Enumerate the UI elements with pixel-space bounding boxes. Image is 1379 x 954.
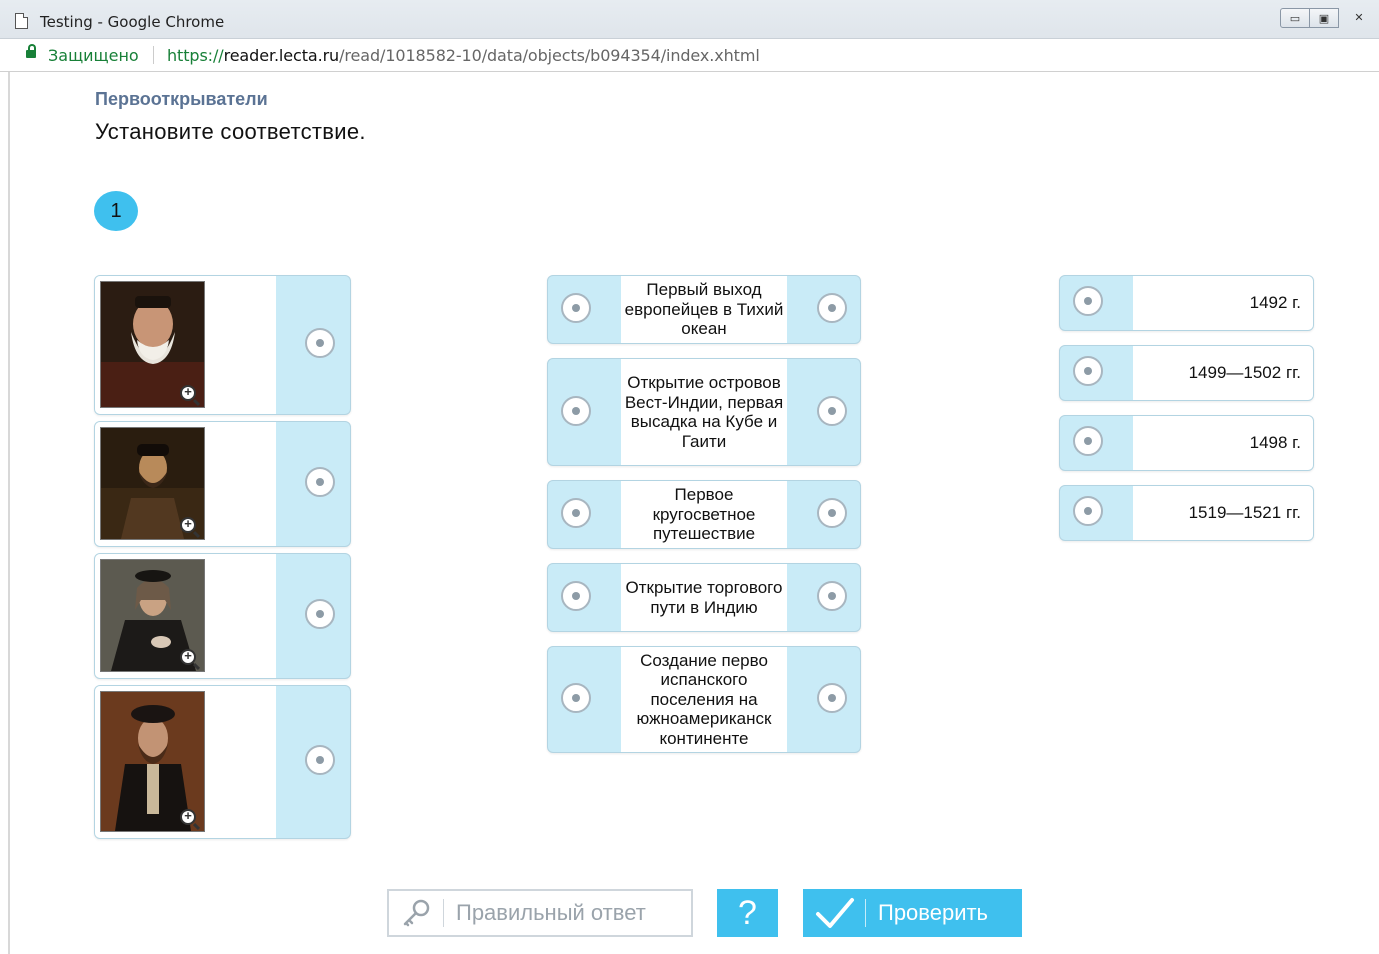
year-text-3: 1498 г. [1249,433,1301,452]
event-1-left-connector[interactable] [561,293,591,323]
portrait-card-1[interactable] [94,275,351,415]
portrait-2-connector[interactable] [305,467,335,497]
button-separator [443,899,444,927]
portrait-image-2[interactable] [100,427,205,540]
year-card-4[interactable]: 1519—1521 гг. [1059,485,1314,541]
portrait-card-4[interactable] [94,685,351,839]
portrait-image-1[interactable] [100,281,205,408]
year-card-1[interactable]: 1492 г. [1059,275,1314,331]
event-text-2: Открытие островов Вест-Индии, первая выс… [624,373,784,451]
portrait-image-3[interactable] [100,559,205,672]
show-answer-button[interactable]: Правильный ответ [387,889,693,937]
help-button[interactable]: ? [717,889,778,937]
year-3-connector[interactable] [1073,426,1103,456]
check-label: Проверить [878,900,989,925]
window-left-border [8,72,10,954]
zoom-in-icon[interactable] [180,648,196,665]
window-title: Testing - Google Chrome [40,13,225,31]
portrait-3-connector[interactable] [305,599,335,629]
button-separator [865,899,866,927]
event-5-left-connector[interactable] [561,683,591,713]
url-scheme: https:// [167,46,224,65]
task-instruction: Установите соответствие. [95,119,366,144]
portrait-card-3[interactable] [94,553,351,679]
zoom-in-icon[interactable] [180,808,196,825]
year-4-connector[interactable] [1073,496,1103,526]
year-card-2[interactable]: 1499—1502 гг. [1059,345,1314,401]
event-4-right-connector[interactable] [817,581,847,611]
portrait-image-4[interactable] [100,691,205,832]
year-text-1: 1492 г. [1249,293,1301,312]
check-button[interactable]: Проверить [803,889,1022,937]
portrait-4-connector[interactable] [305,745,335,775]
year-text-2: 1499—1502 гг. [1188,363,1301,382]
page-icon [15,13,28,29]
secure-label: Защищено [48,46,139,65]
lock-icon [26,44,36,58]
event-card-2[interactable]: Открытие островов Вест-Индии, первая выс… [547,358,861,466]
event-4-left-connector[interactable] [561,581,591,611]
year-1-connector[interactable] [1073,286,1103,316]
url-path: /read/1018582-10/data/objects/b094354/in… [339,46,760,65]
minimize-button[interactable]: ▭ [1280,8,1310,28]
task-subtitle: Первооткрыватели [95,89,268,109]
url-text[interactable]: https://reader.lecta.ru/read/1018582-10/… [167,46,760,65]
event-3-right-connector[interactable] [817,498,847,528]
event-text-1: Первый выход европейцев в Тихий океан [624,280,784,339]
window-titlebar: Testing - Google Chrome ▭ ▣ ✕ [0,0,1379,39]
event-card-1[interactable]: Первый выход европейцев в Тихий океан [547,275,861,344]
window-controls: ▭ ▣ ✕ [1280,8,1373,28]
event-card-4[interactable]: Открытие торгового пути в Индию [547,563,861,632]
event-text-5: Создание перво испанского поселения на ю… [636,650,772,748]
close-button[interactable]: ✕ [1345,8,1373,26]
event-text-4: Открытие торгового пути в Индию [625,578,783,617]
event-card-5[interactable]: Создание перво испанского поселения на ю… [547,646,861,753]
year-card-3[interactable]: 1498 г. [1059,415,1314,471]
maximize-button[interactable]: ▣ [1309,8,1339,28]
event-text-3: Первое кругосветное путешествие [652,485,756,544]
portrait-1-connector[interactable] [305,328,335,358]
year-2-connector[interactable] [1073,356,1103,386]
event-2-left-connector[interactable] [561,396,591,426]
event-2-right-connector[interactable] [817,396,847,426]
checkmark-icon [815,896,855,930]
portrait-card-2[interactable] [94,421,351,547]
zoom-in-icon[interactable] [180,516,196,533]
key-icon [401,897,433,929]
event-1-right-connector[interactable] [817,293,847,323]
event-5-right-connector[interactable] [817,683,847,713]
zoom-in-icon[interactable] [180,384,196,401]
address-bar[interactable]: Защищено https://reader.lecta.ru/read/10… [0,39,1379,72]
url-host: reader.lecta.ru [223,46,340,65]
event-3-left-connector[interactable] [561,498,591,528]
task-number-badge[interactable]: 1 [94,191,138,231]
show-answer-label: Правильный ответ [456,900,646,925]
year-text-4: 1519—1521 гг. [1188,503,1301,522]
event-card-3[interactable]: Первое кругосветное путешествие [547,480,861,549]
address-separator [153,46,154,64]
